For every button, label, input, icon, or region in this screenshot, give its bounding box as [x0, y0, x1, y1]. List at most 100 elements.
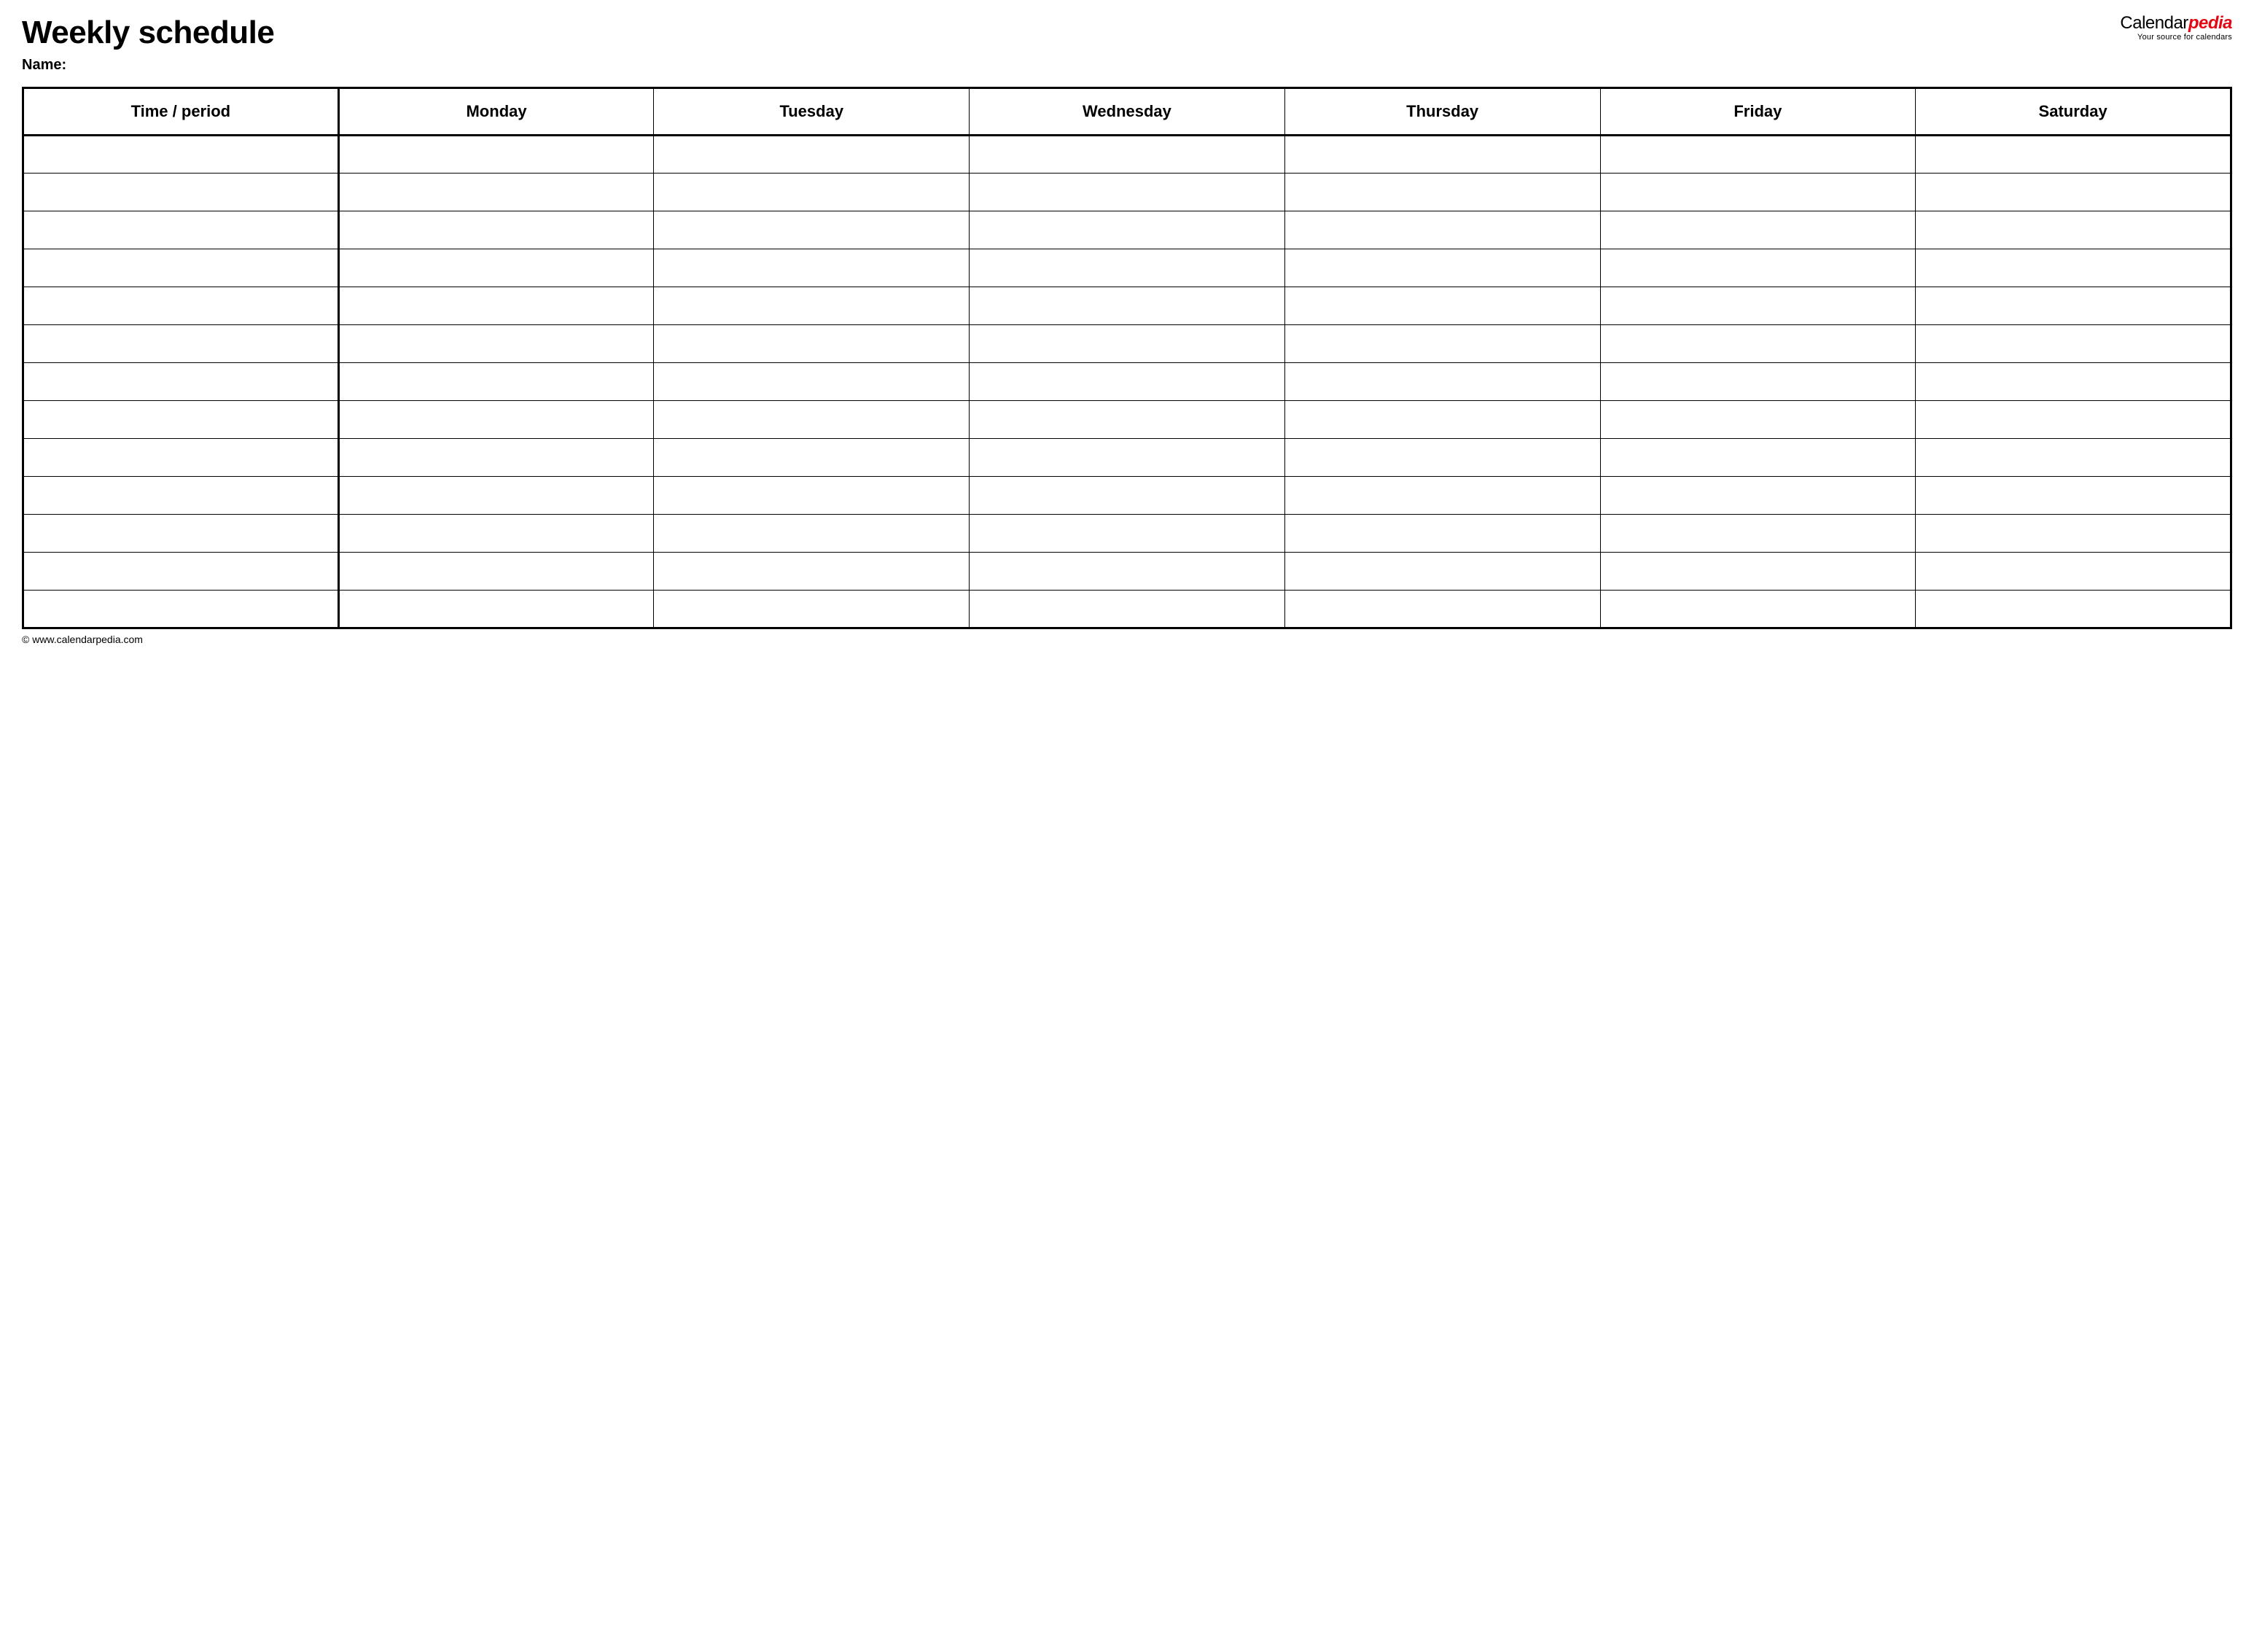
table-cell [654, 591, 970, 628]
table-cell [1916, 325, 2231, 363]
table-cell [1600, 477, 1916, 515]
table-cell [970, 211, 1285, 249]
table-cell [654, 211, 970, 249]
table-cell [338, 136, 654, 174]
col-header-thursday: Thursday [1284, 88, 1600, 136]
table-cell [338, 287, 654, 325]
table-cell [23, 553, 339, 591]
table-cell [970, 325, 1285, 363]
table-cell [654, 401, 970, 439]
table-cell [1284, 211, 1600, 249]
table-cell [1600, 439, 1916, 477]
table-cell [654, 515, 970, 553]
table-cell [1916, 174, 2231, 211]
table-cell [1916, 136, 2231, 174]
table-cell [654, 136, 970, 174]
table-cell [338, 174, 654, 211]
table-cell [338, 591, 654, 628]
col-header-tuesday: Tuesday [654, 88, 970, 136]
table-cell [23, 249, 339, 287]
table-cell [1284, 477, 1600, 515]
table-cell [23, 401, 339, 439]
table-row [23, 515, 2231, 553]
table-cell [1600, 553, 1916, 591]
table-cell [338, 249, 654, 287]
page-title: Weekly schedule [22, 15, 274, 51]
table-cell [654, 439, 970, 477]
table-cell [1916, 211, 2231, 249]
table-cell [970, 363, 1285, 401]
table-cell [654, 477, 970, 515]
table-cell [970, 477, 1285, 515]
table-cell [654, 553, 970, 591]
footer-copyright: © www.calendarpedia.com [22, 634, 2232, 645]
table-cell [1284, 553, 1600, 591]
logo-suffix: pedia [2188, 13, 2232, 33]
table-cell [970, 515, 1285, 553]
table-cell [970, 439, 1285, 477]
table-cell [1916, 553, 2231, 591]
table-cell [23, 515, 339, 553]
table-cell [338, 515, 654, 553]
table-row [23, 325, 2231, 363]
table-row [23, 477, 2231, 515]
table-cell [1600, 287, 1916, 325]
table-cell [1600, 591, 1916, 628]
table-cell [23, 363, 339, 401]
table-header-row: Time / period Monday Tuesday Wednesday T… [23, 88, 2231, 136]
table-cell [1284, 287, 1600, 325]
table-cell [1600, 174, 1916, 211]
col-header-saturday: Saturday [1916, 88, 2231, 136]
table-cell [1284, 439, 1600, 477]
table-cell [1600, 363, 1916, 401]
table-cell [338, 325, 654, 363]
table-cell [23, 591, 339, 628]
table-cell [1916, 401, 2231, 439]
table-cell [654, 249, 970, 287]
table-cell [1600, 401, 1916, 439]
table-cell [1600, 325, 1916, 363]
table-cell [1916, 249, 2231, 287]
name-label: Name: [22, 57, 2232, 74]
table-row [23, 174, 2231, 211]
table-cell [338, 211, 654, 249]
logo-tagline: Your source for calendars [2120, 34, 2232, 42]
col-header-wednesday: Wednesday [970, 88, 1285, 136]
schedule-table: Time / period Monday Tuesday Wednesday T… [22, 87, 2232, 629]
table-cell [970, 174, 1285, 211]
table-cell [1600, 211, 1916, 249]
col-header-time: Time / period [23, 88, 339, 136]
logo-prefix: Calendar [2120, 13, 2188, 33]
table-cell [338, 553, 654, 591]
table-cell [1284, 325, 1600, 363]
table-cell [23, 211, 339, 249]
table-cell [1916, 515, 2231, 553]
table-cell [1600, 515, 1916, 553]
table-cell [23, 287, 339, 325]
table-cell [654, 174, 970, 211]
table-cell [1916, 591, 2231, 628]
table-row [23, 249, 2231, 287]
table-cell [1916, 287, 2231, 325]
table-cell [654, 363, 970, 401]
table-cell [1284, 363, 1600, 401]
table-cell [23, 439, 339, 477]
table-cell [338, 439, 654, 477]
col-header-monday: Monday [338, 88, 654, 136]
table-cell [654, 287, 970, 325]
col-header-friday: Friday [1600, 88, 1916, 136]
table-row [23, 211, 2231, 249]
table-cell [1284, 136, 1600, 174]
table-cell [1284, 249, 1600, 287]
table-row [23, 136, 2231, 174]
table-cell [1284, 515, 1600, 553]
table-cell [23, 477, 339, 515]
table-cell [1916, 477, 2231, 515]
table-cell [970, 249, 1285, 287]
brand-logo: Calendarpedia Your source for calendars [2120, 15, 2232, 42]
table-cell [1284, 401, 1600, 439]
table-cell [970, 136, 1285, 174]
table-cell [1284, 174, 1600, 211]
table-cell [1916, 363, 2231, 401]
table-cell [1600, 136, 1916, 174]
